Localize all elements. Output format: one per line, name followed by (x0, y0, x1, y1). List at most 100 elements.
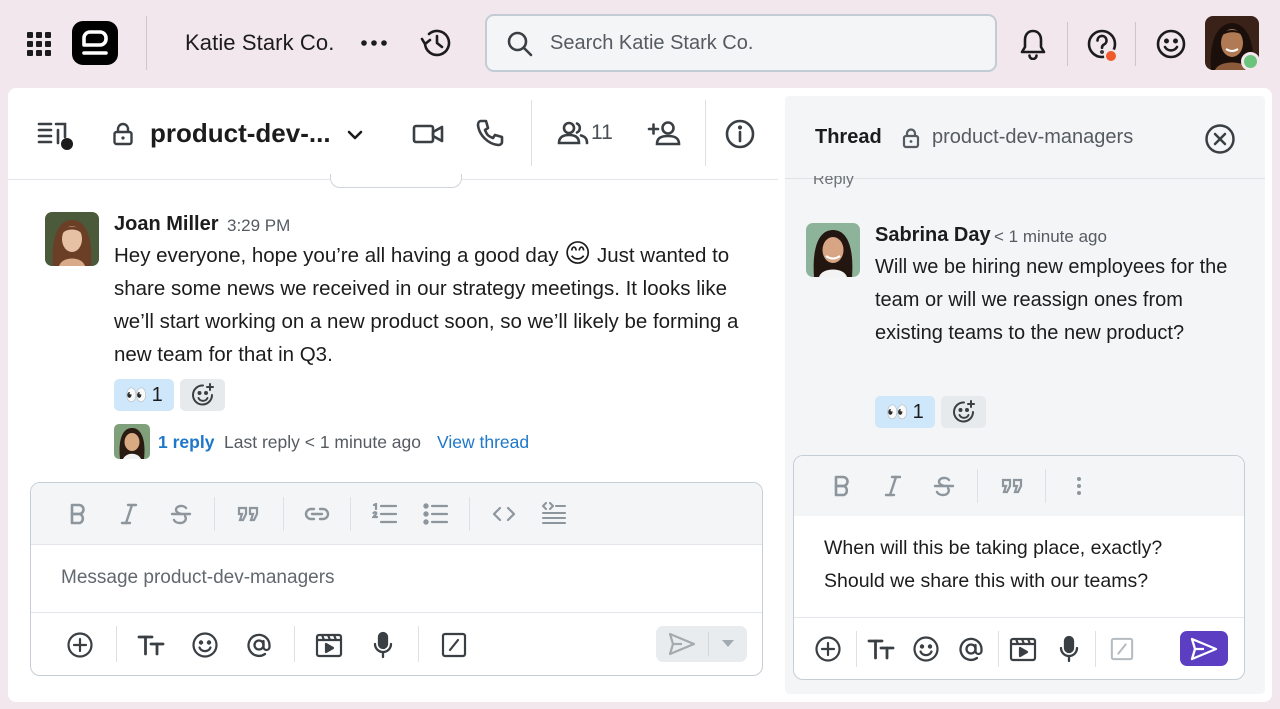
divider (856, 631, 857, 667)
view-thread-link[interactable]: View thread (437, 432, 529, 453)
microphone-icon[interactable] (1054, 633, 1084, 665)
emoji-icon[interactable] (910, 633, 942, 665)
lock-icon (901, 126, 921, 150)
search-input[interactable]: Search Katie Stark Co. (485, 14, 997, 72)
emoji-icon[interactable] (189, 629, 221, 661)
text-format-icon[interactable] (864, 633, 898, 665)
reply-text: Will we be hiring new employees for the … (875, 256, 1228, 344)
add-member-icon[interactable] (646, 119, 682, 147)
bold-icon[interactable] (63, 500, 93, 528)
info-icon[interactable] (723, 117, 757, 151)
divider (1095, 631, 1096, 667)
channels-list-icon[interactable] (36, 119, 76, 153)
bell-icon[interactable] (1018, 27, 1048, 61)
reply-timestamp: < 1 minute ago (994, 227, 1107, 246)
strikethrough-icon[interactable] (166, 500, 196, 528)
message-timestamp: 3:29 PM (227, 216, 291, 235)
slash-command-icon[interactable] (1106, 633, 1138, 665)
divider (977, 469, 978, 503)
slash-command-icon[interactable] (438, 629, 470, 661)
add-reaction-icon (191, 383, 214, 406)
reply-avatar[interactable] (114, 424, 150, 459)
strikethrough-icon[interactable] (929, 472, 959, 500)
emoji-status-icon[interactable] (1154, 27, 1188, 61)
link-icon[interactable] (300, 500, 334, 528)
mention-icon[interactable] (955, 633, 987, 665)
avatar[interactable] (45, 212, 99, 266)
send-icon (1190, 637, 1218, 660)
app-logo[interactable] (72, 21, 118, 65)
history-icon[interactable] (419, 25, 455, 61)
chevron-down-icon[interactable] (345, 125, 365, 145)
more-formatting-icon[interactable] (1064, 472, 1094, 500)
top-bar: Katie Stark Co. Search Katie Stark Co. (0, 0, 1280, 88)
code-icon[interactable] (487, 500, 521, 528)
message-composer: Message product-dev-managers (30, 482, 763, 676)
smile-emoji: 😊 (564, 238, 592, 268)
message-text: Hey everyone, hope you’re all having a g… (114, 239, 754, 371)
add-icon[interactable] (812, 633, 844, 665)
thread-divider (785, 178, 1265, 179)
add-reaction-button[interactable] (180, 379, 225, 411)
video-message-icon[interactable] (313, 629, 345, 661)
more-icon[interactable] (360, 30, 388, 56)
send-button[interactable] (1180, 631, 1228, 666)
bulleted-list-icon[interactable] (419, 500, 453, 528)
reaction-eyes[interactable]: 👀 1 (875, 396, 935, 428)
ordered-list-icon[interactable] (368, 500, 402, 528)
composer-line: Should we share this with our teams? (824, 570, 1149, 592)
message-input[interactable]: Message product-dev-managers (61, 567, 335, 589)
divider (214, 497, 215, 531)
formatting-toolbar (31, 483, 762, 545)
video-icon[interactable] (411, 119, 445, 149)
mention-icon[interactable] (243, 629, 275, 661)
code-block-icon[interactable] (537, 498, 571, 528)
thread-title: Thread (815, 126, 882, 148)
composer-actions (31, 612, 762, 675)
thread-message-input[interactable]: When will this be taking place, exactly?… (824, 532, 1224, 598)
eyes-emoji: 👀 (125, 384, 148, 405)
add-reaction-button[interactable] (941, 396, 986, 428)
composer-line: When will this be taking place, exactly? (824, 537, 1163, 559)
divider (469, 497, 470, 531)
thread-panel: Thread product-dev-managers Reply Sabrin… (785, 96, 1265, 694)
quote-icon[interactable] (233, 500, 263, 528)
divider (1135, 22, 1136, 66)
video-message-icon[interactable] (1007, 633, 1039, 665)
search-icon (505, 29, 535, 59)
member-count[interactable]: 11 (591, 121, 613, 145)
load-previous-pill[interactable] (330, 174, 462, 188)
quote-icon[interactable] (997, 472, 1027, 500)
reply-count-link[interactable]: 1 reply (158, 432, 214, 453)
composer-actions (794, 617, 1244, 679)
send-button-group (656, 626, 747, 662)
reaction-count: 1 (151, 383, 163, 406)
close-icon[interactable] (1203, 122, 1237, 156)
bold-icon[interactable] (827, 472, 857, 500)
divider (1067, 22, 1068, 66)
notification-dot (1104, 49, 1118, 63)
members-icon[interactable] (556, 119, 590, 147)
reply-sender[interactable]: Sabrina Day (875, 224, 991, 247)
italic-icon[interactable] (878, 472, 908, 500)
channel-name[interactable]: product-dev-... (150, 118, 331, 149)
message-sender[interactable]: Joan Miller (114, 213, 218, 236)
add-icon[interactable] (64, 629, 96, 661)
phone-icon[interactable] (474, 117, 506, 149)
apps-grid-icon[interactable] (24, 29, 54, 59)
send-options-button[interactable] (709, 626, 747, 662)
workspace-name[interactable]: Katie Stark Co. (185, 30, 334, 56)
microphone-icon[interactable] (368, 629, 398, 661)
italic-icon[interactable] (114, 500, 144, 528)
thread-channel-name[interactable]: product-dev-managers (932, 126, 1133, 149)
reaction-eyes[interactable]: 👀 1 (114, 379, 174, 411)
message-text-start: Hey everyone, hope you’re all having a g… (114, 244, 559, 267)
divider (1045, 469, 1046, 503)
text-format-icon[interactable] (134, 629, 168, 661)
send-button[interactable] (656, 626, 708, 662)
search-placeholder: Search Katie Stark Co. (550, 32, 754, 54)
avatar[interactable] (806, 223, 860, 277)
divider (531, 100, 532, 166)
divider (705, 100, 706, 166)
cut-off-reply-text: Reply (813, 176, 854, 188)
